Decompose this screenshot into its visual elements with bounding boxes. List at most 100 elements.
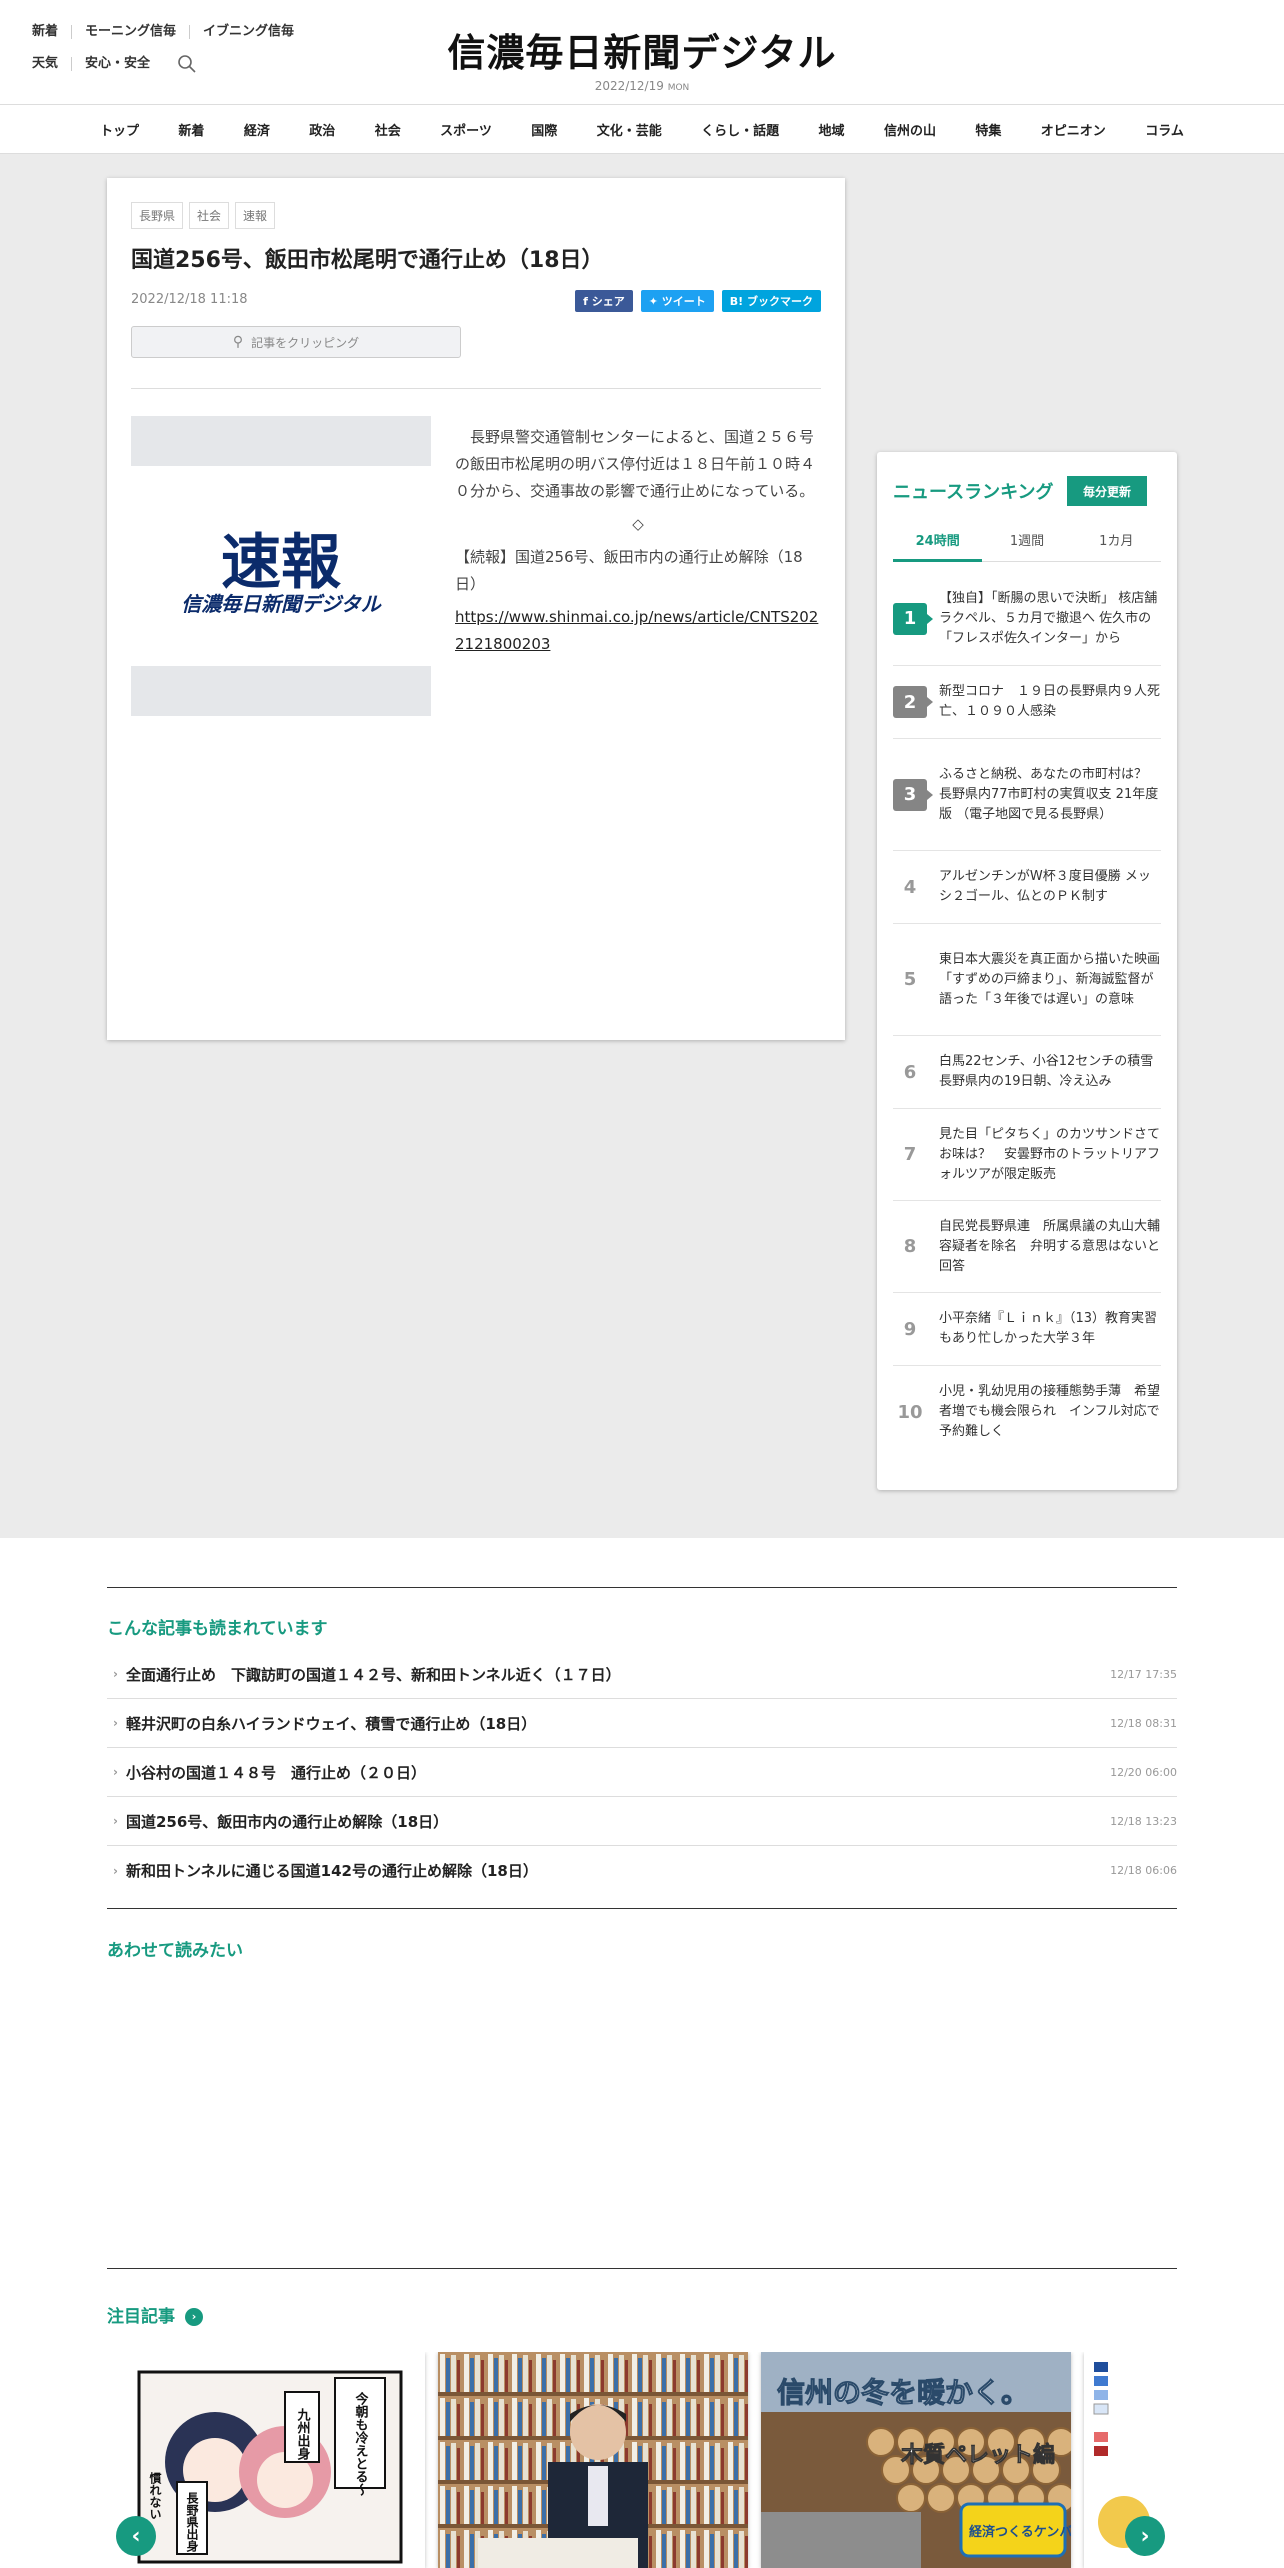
manga-bubble-unused: 慣れない — [148, 2471, 162, 2520]
logo-text: 信濃毎日新聞デジタル — [447, 30, 837, 75]
article-tags: 長野県 社会 速報 — [131, 202, 281, 229]
rank-number: 4 — [903, 876, 917, 898]
news-ranking: ニュースランキング 毎分更新 24時間 1週間 1カ月 1 【独自】「断腸の思いで… — [877, 452, 1177, 1490]
ranking-item-text: ふるさと納税、あなたの市町村は？ 長野県内77市町村の実質収支 21年度版 （電… — [939, 766, 1161, 822]
followup-link[interactable]: https://www.shinmai.co.jp/news/article/C… — [455, 608, 818, 653]
nav-economy[interactable]: 経済 — [236, 120, 278, 139]
article-divider — [131, 388, 821, 389]
chevron-right-icon: › — [113, 1667, 118, 1681]
share-buttons: f シェア ✦ ツイート B! ブックマーク — [567, 290, 821, 312]
ranking-list: 1 【独自】「断腸の思いで決断」 核店舗ラクペル、５カ月で撤退へ 佐久市の「フレス… — [893, 572, 1167, 1458]
article-date: 2022/12/18 11:18 — [131, 292, 248, 307]
followup-text: 【続報】国道256号、飯田市内の通行止め解除（18日） — [455, 548, 803, 593]
ranking-update-badge: 毎分更新 — [1067, 476, 1147, 506]
section-divider — [107, 1587, 1177, 1588]
body-paragraph: 長野県警交通管制センターによると、国道２５６号の飯田市松尾明の明バス停付近は１８… — [455, 428, 816, 500]
ranking-item-text: 見た目「ピタちく」のカツサンドさてお味は？ 安曇野市のトラットリアフォルツアが限… — [939, 1126, 1161, 1182]
ranking-item[interactable]: 2 新型コロナ １９日の長野県内９人死亡、１０９０人感染 — [893, 666, 1161, 739]
site-logo[interactable]: 信濃毎日新聞デジタル 2022/12/19 MON — [0, 22, 1284, 93]
paperclip-icon: ⚲ — [232, 334, 244, 350]
chevron-right-icon: › — [113, 1814, 118, 1828]
related-item-text: 新和田トンネルに通じる国道142号の通行止め解除（18日） — [125, 1862, 538, 1880]
related-item-time: 12/18 13:23 — [1110, 1814, 1177, 1828]
manga-illustration: 九州出身 今朝も冷えとる〜 長野県出身 慣れない — [115, 2352, 425, 2568]
nav-society[interactable]: 社会 — [367, 120, 409, 139]
related-item-text: 全面通行止め 下諏訪町の国道１４２号、新和田トンネル近く（１７日） — [125, 1665, 621, 1684]
hatena-label: ブックマーク — [747, 295, 813, 308]
wood-pellet-photo: 信州の冬を暖かく。 木質ペレット編 経済つくるケンバ! — [761, 2352, 1071, 2568]
ranking-item[interactable]: 10 小児・乳幼児用の接種態勢手薄 希望者増でも機会限られ インフル対応で予約難し… — [893, 1366, 1161, 1458]
nav-new[interactable]: 新着 — [170, 120, 212, 139]
tab-1week[interactable]: 1週間 — [982, 530, 1071, 561]
ranking-item[interactable]: 6 白馬22センチ、小谷12センチの積雪 長野県内の19日朝、冷え込み — [893, 1036, 1167, 1109]
related-title: こんな記事も読まれています — [107, 1619, 328, 1639]
ranking-item[interactable]: 9 小平奈緒『Ｌｉｎｋ』（13）教育実習もあり忙しかった大学３年 — [893, 1293, 1161, 1366]
clip-article-button[interactable]: ⚲ 記事をクリッピング — [131, 326, 461, 358]
nav-top[interactable]: トップ — [92, 120, 147, 139]
ranking-item-text: 小児・乳幼児用の接種態勢手薄 希望者増でも機会限られ インフル対応で予約難しく — [939, 1384, 1161, 1439]
carousel-next-button[interactable]: › — [1125, 2516, 1165, 2556]
tab-24h[interactable]: 24時間 — [893, 530, 983, 562]
twitter-label: ツイート — [661, 295, 706, 308]
ranking-item-text: 小平奈緒『Ｌｉｎｋ』（13）教育実習もあり忙しかった大学３年 — [939, 1311, 1158, 1346]
related-item[interactable]: › 新和田トンネルに通じる国道142号の通行止め解除（18日） 12/18 06:0… — [107, 1846, 1177, 1895]
related-item[interactable]: › 全面通行止め 下諏訪町の国道１４２号、新和田トンネル近く（１７日） 12/17 … — [107, 1650, 1177, 1699]
related-item-text: 軽井沢町の白糸ハイランドウェイ、積雪で通行止め（18日） — [125, 1714, 537, 1733]
rank-number: 1 — [893, 602, 933, 635]
ranking-item[interactable]: 5 東日本大震災を真正面から描いた映画「すずめの戸締まり」、新海誠監督が語った「３… — [893, 924, 1161, 1036]
related-item[interactable]: › 国道256号、飯田市内の通行止め解除（18日） 12/18 13:23 — [107, 1797, 1177, 1846]
nav-culture[interactable]: 文化・芸能 — [589, 120, 670, 139]
tag-society[interactable]: 社会 — [189, 202, 230, 229]
carousel-prev-button[interactable]: ‹ — [116, 2516, 156, 2556]
featured-title: 注目記事 › — [107, 2302, 203, 2327]
featured-card[interactable] — [438, 2352, 748, 2568]
rank-number: 10 — [897, 1401, 923, 1423]
chevron-right-icon: › — [113, 1765, 118, 1779]
ranking-item-text: 東日本大震災を真正面から描いた映画「すずめの戸締まり」、新海誠監督が語った「３年… — [939, 951, 1161, 1007]
nav-sports[interactable]: スポーツ — [432, 120, 500, 139]
facebook-icon: f — [583, 295, 592, 308]
related-item[interactable]: › 軽井沢町の白糸ハイランドウェイ、積雪で通行止め（18日） 12/18 08:31 — [107, 1699, 1177, 1748]
section-divider — [107, 1908, 1177, 1909]
ranking-tabs: 24時間 1週間 1カ月 — [893, 530, 1161, 562]
related-item[interactable]: › 小谷村の国道１４８号 通行止め（２０日） 12/20 06:00 — [107, 1748, 1177, 1797]
section-divider — [107, 2268, 1177, 2269]
tag-nagano[interactable]: 長野県 — [131, 202, 184, 229]
nav-features[interactable]: 特集 — [967, 120, 1009, 139]
facebook-label: シェア — [591, 295, 625, 308]
nav-mountains[interactable]: 信州の山 — [876, 120, 944, 139]
facebook-share-button[interactable]: f シェア — [575, 290, 633, 312]
ranking-item[interactable]: 3 ふるさと納税、あなたの市町村は？ 長野県内77市町村の実質収支 21年度版 （… — [893, 739, 1161, 851]
ranking-item-text: アルゼンチンがW杯３度目優勝 メッシ２ゴール、仏とのＰＫ制す — [939, 869, 1151, 904]
chevron-right-icon: › — [113, 1863, 118, 1878]
hatena-bookmark-button[interactable]: B! ブックマーク — [721, 290, 821, 312]
also-read-title: あわせて読みたい — [107, 1941, 243, 1961]
tag-breaking[interactable]: 速報 — [235, 202, 276, 229]
ranking-item[interactable]: 7 見た目「ピタちく」のカツサンドさてお味は？ 安曇野市のトラットリアフォルツアが… — [893, 1109, 1161, 1201]
ranking-item[interactable]: 1 【独自】「断腸の思いで決断」 核店舗ラクペル、５カ月で撤退へ 佐久市の「フレス… — [893, 572, 1161, 666]
nav-life[interactable]: くらし・話題 — [693, 120, 787, 139]
clip-label: 記事をクリッピング — [251, 335, 360, 350]
featured-card[interactable]: 九州出身 今朝も冷えとる〜 長野県出身 慣れない — [115, 2352, 425, 2568]
twitter-share-button[interactable]: ✦ ツイート — [640, 290, 714, 312]
ranking-item[interactable]: 8 自民党長野県連 所属県議の丸山大輔容疑者を除名 弁明する意思はないと回答 — [893, 1201, 1161, 1293]
twitter-icon: ✦ — [648, 295, 662, 308]
ranking-item[interactable]: 4 アルゼンチンがW杯３度目優勝 メッシ２ゴール、仏とのＰＫ制す — [893, 851, 1161, 924]
nav-politics[interactable]: 政治 — [301, 120, 343, 139]
nav-column[interactable]: コラム — [1137, 120, 1192, 139]
nav-opinion[interactable]: オピニオン — [1033, 120, 1114, 139]
tab-1month[interactable]: 1カ月 — [1072, 530, 1161, 561]
rank-number: 3 — [893, 778, 933, 811]
body-separator: ◇ — [632, 515, 644, 533]
rank-number: 5 — [903, 969, 917, 990]
rank-number: 8 — [903, 1236, 917, 1257]
nav-region[interactable]: 地域 — [811, 120, 853, 139]
date-value: 2022/12/19 — [594, 79, 664, 93]
featured-card[interactable]: 信州の冬を暖かく。 木質ペレット編 経済つくるケンバ! — [761, 2352, 1071, 2568]
related-list: › 全面通行止め 下諏訪町の国道１４２号、新和田トンネル近く（１７日） 12/17 … — [107, 1650, 1177, 1895]
ranking-title: ニュースランキング — [893, 482, 1054, 503]
hatena-icon: B! — [729, 295, 747, 308]
nav-international[interactable]: 国際 — [523, 120, 565, 139]
arrow-right-icon[interactable]: › — [185, 2307, 203, 2326]
ranking-item-text: 白馬22センチ、小谷12センチの積雪 長野県内の19日朝、冷え込み — [939, 1054, 1167, 1089]
